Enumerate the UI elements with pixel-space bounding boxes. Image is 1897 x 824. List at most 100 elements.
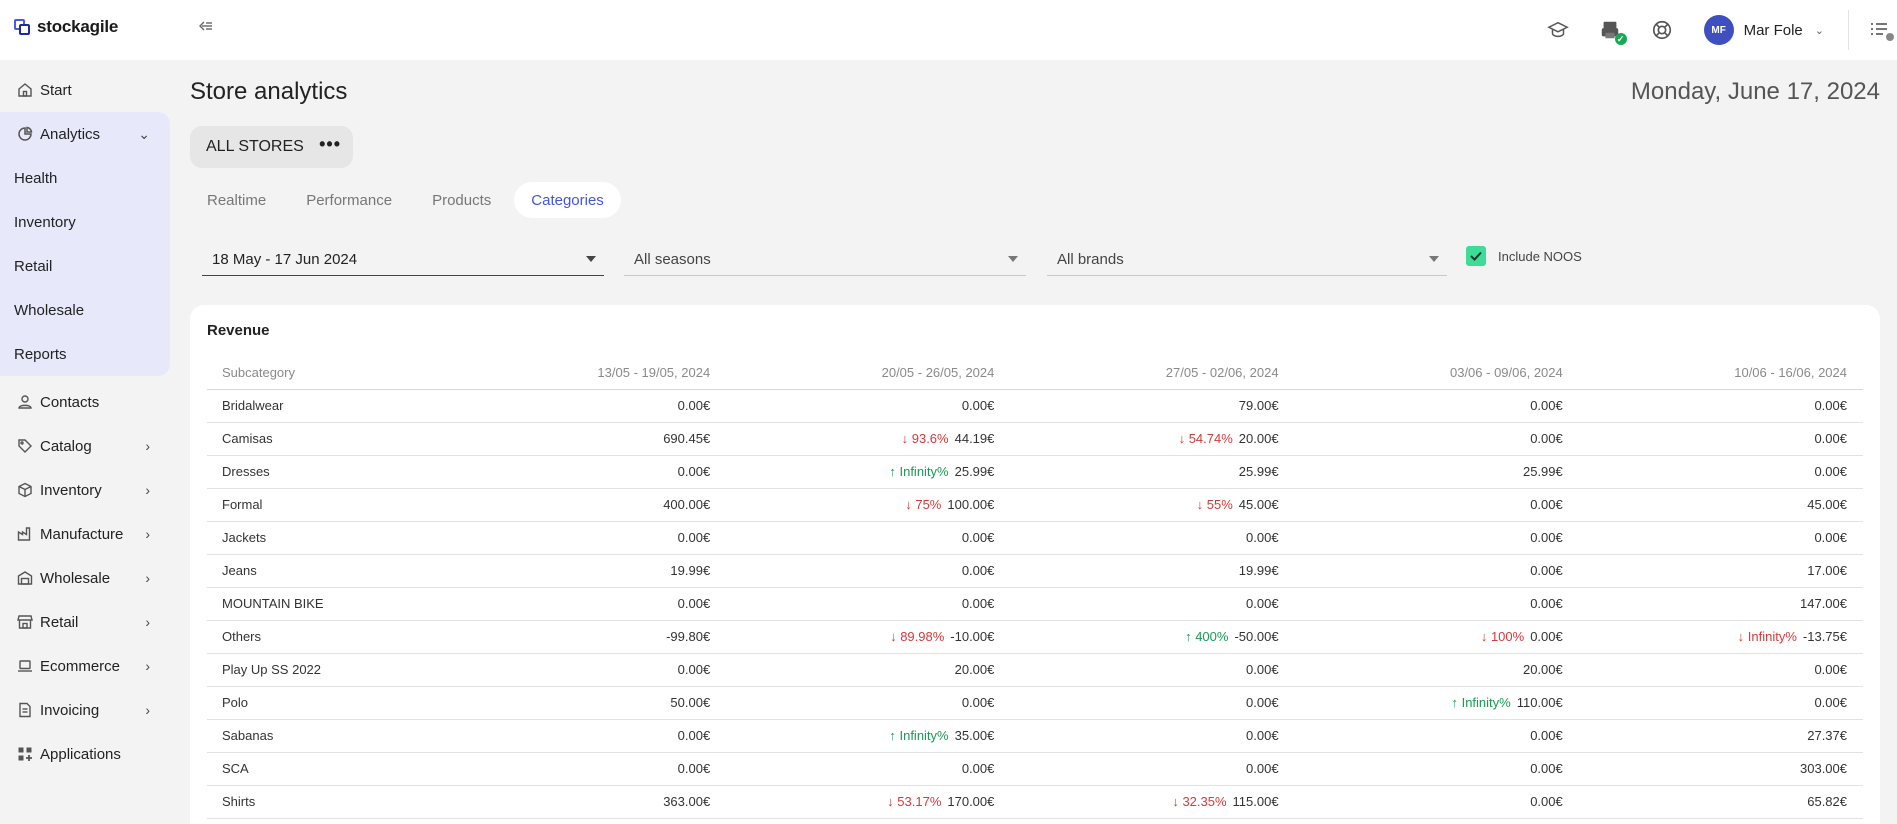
table-row: Jeans 19.99€ 0.00€ 19.99€ 0.00€ 17.00€ — [207, 554, 1863, 588]
revenue-cell: 0.00€ — [726, 554, 1011, 588]
sidebar-item-catalog[interactable]: Catalog › — [0, 424, 170, 468]
sidebar-subitem-health[interactable]: Health — [0, 156, 170, 200]
sidebar-item-retail[interactable]: Retail › — [0, 600, 170, 644]
column-header[interactable]: 10/06 - 16/06, 2024 — [1578, 357, 1863, 390]
revenue-value: 0.00€ — [1246, 695, 1279, 710]
checkbox-checked-icon[interactable] — [1466, 246, 1486, 266]
change-down-indicator: ↓ 100% — [1480, 629, 1525, 644]
column-header[interactable]: Subcategory — [207, 357, 442, 390]
sidebar-item-invoicing[interactable]: Invoicing › — [0, 688, 170, 732]
sidebar-item-applications[interactable]: Applications — [0, 732, 170, 776]
seasons-select[interactable]: All seasons — [624, 244, 1026, 276]
revenue-value: 0.00€ — [1530, 530, 1563, 545]
revenue-card: Revenue Subcategory 13/05 - 19/05, 2024 … — [190, 305, 1880, 824]
revenue-value: 0.00€ — [1530, 431, 1563, 446]
column-header[interactable]: 27/05 - 02/06, 2024 — [1010, 357, 1295, 390]
revenue-cell: 27.37€ — [1578, 719, 1863, 753]
revenue-cell: 0.00€ — [1294, 422, 1579, 456]
subcategory-cell: Others — [207, 620, 442, 654]
collapse-sidebar-icon[interactable] — [196, 18, 216, 38]
sidebar-item-start[interactable]: Start — [0, 68, 170, 112]
tab-performance[interactable]: Performance — [289, 182, 409, 218]
chevron-right-icon: › — [145, 526, 150, 542]
revenue-value: 0.00€ — [1530, 728, 1563, 743]
revenue-cell: 19.99€ — [442, 554, 727, 588]
status-ok-icon: ✓ — [1614, 33, 1627, 45]
revenue-value: 0.00€ — [1814, 398, 1847, 413]
table-row: Camisas 690.45€ ↓ 93.6% 44.19€ ↓ 54.74% 20.00… — [207, 422, 1863, 456]
table-row: Play Up SS 2022 0.00€ 20.00€ 0.00€ 20.00€ 0.0… — [207, 653, 1863, 687]
task-list-icon[interactable] — [1867, 18, 1897, 42]
change-down-indicator: ↓ 89.98% — [890, 629, 945, 644]
revenue-value: -10.00€ — [950, 629, 995, 644]
revenue-value: -13.75€ — [1802, 629, 1847, 644]
sidebar-item-label: Start — [40, 81, 72, 99]
table-row: SCA 0.00€ 0.00€ 0.00€ 0.00€ 303.00€ — [207, 752, 1863, 786]
chevron-right-icon: › — [145, 658, 150, 674]
revenue-value: 0.00€ — [1246, 596, 1279, 611]
tab-categories[interactable]: Categories — [514, 182, 621, 218]
chevron-right-icon: › — [145, 570, 150, 586]
chevron-right-icon: › — [145, 482, 150, 498]
revenue-cell: 0.00€ — [1010, 752, 1295, 786]
sidebar-subitem-wholesale[interactable]: Wholesale — [0, 288, 170, 332]
analytics-icon — [16, 125, 34, 143]
store-selector[interactable]: ALL STORES ••• — [190, 126, 353, 168]
revenue-value: 17.00€ — [1807, 563, 1847, 578]
help-lifebuoy-icon[interactable] — [1650, 18, 1674, 42]
include-noos-checkbox[interactable]: Include NOOS — [1466, 246, 1582, 266]
chevron-right-icon: › — [145, 614, 150, 630]
revenue-value: 0.00€ — [961, 596, 995, 611]
revenue-cell: 0.00€ — [1010, 587, 1295, 621]
revenue-value: 44.19€ — [954, 431, 995, 446]
revenue-cell: 20.00€ — [1294, 653, 1579, 687]
sidebar-subitem-inventory[interactable]: Inventory — [0, 200, 170, 244]
change-up-indicator: ↑ 400% — [1185, 629, 1229, 644]
revenue-value: 0.00€ — [1814, 695, 1847, 710]
revenue-cell: 0.00€ — [442, 587, 727, 621]
factory-icon — [16, 525, 34, 543]
sidebar-item-contacts[interactable]: Contacts — [0, 380, 170, 424]
revenue-cell: 0.00€ — [1294, 752, 1579, 786]
date-range-select[interactable]: 18 May - 17 Jun 2024 — [202, 244, 604, 276]
revenue-value: 50.00€ — [670, 695, 711, 710]
revenue-cell: 0.00€ — [1294, 389, 1579, 423]
revenue-value: 400.00€ — [663, 497, 711, 512]
column-header[interactable]: 03/06 - 09/06, 2024 — [1294, 357, 1579, 390]
current-date: Monday, June 17, 2024 — [1630, 78, 1880, 105]
tab-products[interactable]: Products — [415, 182, 508, 218]
sidebar-item-ecommerce[interactable]: Ecommerce › — [0, 644, 170, 688]
sidebar-item-inventory[interactable]: Inventory › — [0, 468, 170, 512]
sidebar-item-analytics[interactable]: Analytics ⌄ — [0, 112, 170, 156]
analytics-group: Analytics ⌄ Health Inventory Retail Whol… — [0, 112, 170, 376]
revenue-cell: 0.00€ — [442, 521, 727, 555]
sidebar-item-label: Contacts — [40, 393, 100, 411]
change-down-indicator: ↓ Infinity% — [1737, 629, 1797, 644]
caret-down-icon — [1008, 256, 1018, 262]
column-header[interactable]: 13/05 - 19/05, 2024 — [442, 357, 727, 390]
table-row: MOUNTAIN BIKE 0.00€ 0.00€ 0.00€ 0.00€ 147.00€ — [207, 587, 1863, 621]
user-menu[interactable]: MF Mar Fole ⌄ — [1703, 15, 1824, 45]
revenue-value: 0.00€ — [1530, 629, 1563, 644]
sidebar-subitem-reports[interactable]: Reports — [0, 332, 170, 376]
sidebar-item-manufacture[interactable]: Manufacture › — [0, 512, 170, 556]
sidebar-item-wholesale[interactable]: Wholesale › — [0, 556, 170, 600]
more-options-icon[interactable]: ••• — [319, 134, 341, 155]
divider — [1848, 10, 1849, 50]
change-down-indicator: ↓ 93.6% — [901, 431, 949, 446]
column-header[interactable]: 20/05 - 26/05, 2024 — [726, 357, 1011, 390]
revenue-value: 20.00€ — [1522, 662, 1563, 677]
sidebar-item-label: Wholesale — [40, 569, 111, 587]
chevron-down-icon: ⌄ — [138, 126, 150, 142]
revenue-value: 690.45€ — [663, 431, 711, 446]
tab-realtime[interactable]: Realtime — [190, 182, 283, 218]
brands-select[interactable]: All brands — [1047, 244, 1447, 276]
sidebar-subitem-retail[interactable]: Retail — [0, 244, 170, 288]
revenue-cell: ↓ 93.6% 44.19€ — [726, 422, 1011, 456]
printer-status-icon[interactable]: ✓ — [1598, 18, 1627, 45]
sidebar-item-label: Ecommerce — [40, 657, 121, 675]
subcategory-cell: Jackets — [207, 521, 442, 555]
app-logo[interactable]: stockagile — [14, 17, 118, 37]
revenue-cell: 0.00€ — [726, 752, 1011, 786]
academy-icon[interactable] — [1546, 18, 1570, 42]
